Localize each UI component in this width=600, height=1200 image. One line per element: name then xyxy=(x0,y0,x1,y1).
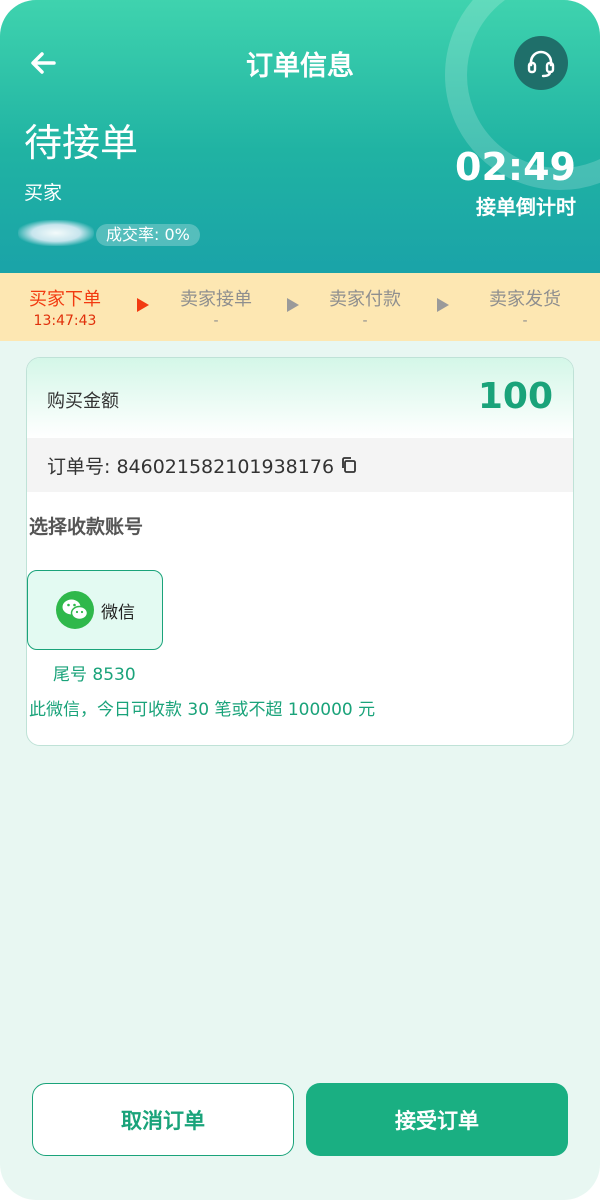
success-rate-badge: 成交率: 0% xyxy=(96,224,200,246)
wechat-account-option[interactable]: 微信 xyxy=(27,570,163,650)
role-label: 买家 xyxy=(24,182,63,204)
select-account-label: 选择收款账号 xyxy=(29,516,144,538)
headset-icon xyxy=(527,50,555,78)
countdown-label: 接单倒计时 xyxy=(476,195,576,219)
step-arrow-icon xyxy=(137,298,149,312)
order-status: 待接单 xyxy=(24,121,139,165)
cancel-order-button[interactable]: 取消订单 xyxy=(32,1083,294,1156)
wechat-icon xyxy=(56,591,94,629)
buyer-avatar xyxy=(18,220,94,246)
step-seller-pay: 卖家付款 - xyxy=(329,289,401,329)
order-number-row: 订单号: 846021582101938176 xyxy=(27,438,573,492)
accept-order-button[interactable]: 接受订单 xyxy=(306,1083,568,1156)
order-header: 订单信息 待接单 买家 成交率: 0% 02:49 接单倒计时 xyxy=(0,0,600,273)
step-buyer-order: 买家下单 13:47:43 xyxy=(29,289,101,329)
countdown-timer: 02:49 xyxy=(455,145,576,189)
page-title: 订单信息 xyxy=(246,51,354,82)
amount-row: 购买金额 100 xyxy=(27,358,573,438)
order-number: 订单号: 846021582101938176 xyxy=(47,455,335,478)
receive-limit-text: 此微信，今日可收款 30 笔或不超 100000 元 xyxy=(29,700,376,720)
order-progress-steps: 买家下单 13:47:43 卖家接单 - 卖家付款 - 卖家发货 - xyxy=(0,273,600,341)
phone-screen: 订单信息 待接单 买家 成交率: 0% 02:49 接单倒计时 买家下单 13:… xyxy=(0,0,600,1200)
customer-service-button[interactable] xyxy=(514,36,568,90)
step-seller-ship: 卖家发货 - xyxy=(489,289,561,329)
amount-label: 购买金额 xyxy=(47,391,119,412)
step-arrow-icon xyxy=(437,298,449,312)
step-arrow-icon xyxy=(287,298,299,312)
amount-value: 100 xyxy=(477,376,553,417)
payment-method-label: 微信 xyxy=(101,602,135,623)
order-card: 购买金额 100 订单号: 846021582101938176 选择收款账号 … xyxy=(26,357,574,746)
copy-icon[interactable] xyxy=(340,456,358,474)
step-seller-accept: 卖家接单 - xyxy=(180,289,252,329)
account-tail-number: 尾号 8530 xyxy=(53,665,136,685)
